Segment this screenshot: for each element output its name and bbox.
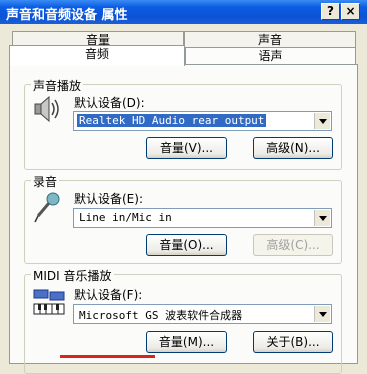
recording-device-value: Line in/Mic in: [79, 211, 172, 224]
midi-group: MIDI 音乐播放: [24, 267, 342, 374]
title-bar: 声音和音频设备 属性 ? ×: [0, 0, 367, 24]
chevron-down-icon[interactable]: [314, 306, 330, 322]
recording-group-label: 录音: [31, 173, 60, 190]
chevron-down-icon[interactable]: [314, 210, 330, 226]
window-title: 声音和音频设备 属性: [6, 8, 128, 23]
midi-device-select[interactable]: Microsoft GS 波表软件合成器: [73, 304, 332, 324]
tab-audio[interactable]: 音频: [9, 45, 185, 66]
microphone-icon: [34, 192, 60, 223]
recording-device-select[interactable]: Line in/Mic in: [73, 208, 332, 228]
close-button[interactable]: ×: [341, 3, 360, 20]
midi-group-label: MIDI 音乐播放: [31, 267, 114, 284]
playback-device-value: Realtek HD Audio rear output: [77, 114, 267, 127]
playback-device-select[interactable]: Realtek HD Audio rear output: [73, 111, 332, 131]
recording-volume-button[interactable]: 音量(O)...: [146, 234, 227, 256]
recording-device-label: 默认设备(E):: [74, 192, 143, 206]
playback-volume-button[interactable]: 音量(V)...: [146, 137, 227, 159]
playback-advanced-button[interactable]: 高级(N)...: [253, 137, 333, 159]
playback-group-label: 声音播放: [31, 77, 84, 94]
midi-device-label: 默认设备(F):: [74, 288, 143, 302]
midi-volume-button[interactable]: 音量(M)...: [146, 331, 227, 353]
help-button[interactable]: ?: [321, 3, 340, 20]
midi-about-button[interactable]: 关于(B)...: [253, 331, 333, 353]
chevron-down-icon[interactable]: [314, 113, 330, 129]
playback-device-label: 默认设备(D):: [74, 96, 145, 110]
midi-keyboard-icon: [33, 289, 65, 315]
focus-highlight: [60, 355, 155, 358]
recording-advanced-button: 高级(C)...: [253, 234, 333, 256]
speaker-icon: [34, 95, 59, 123]
midi-device-value: Microsoft GS 波表软件合成器: [79, 309, 243, 322]
